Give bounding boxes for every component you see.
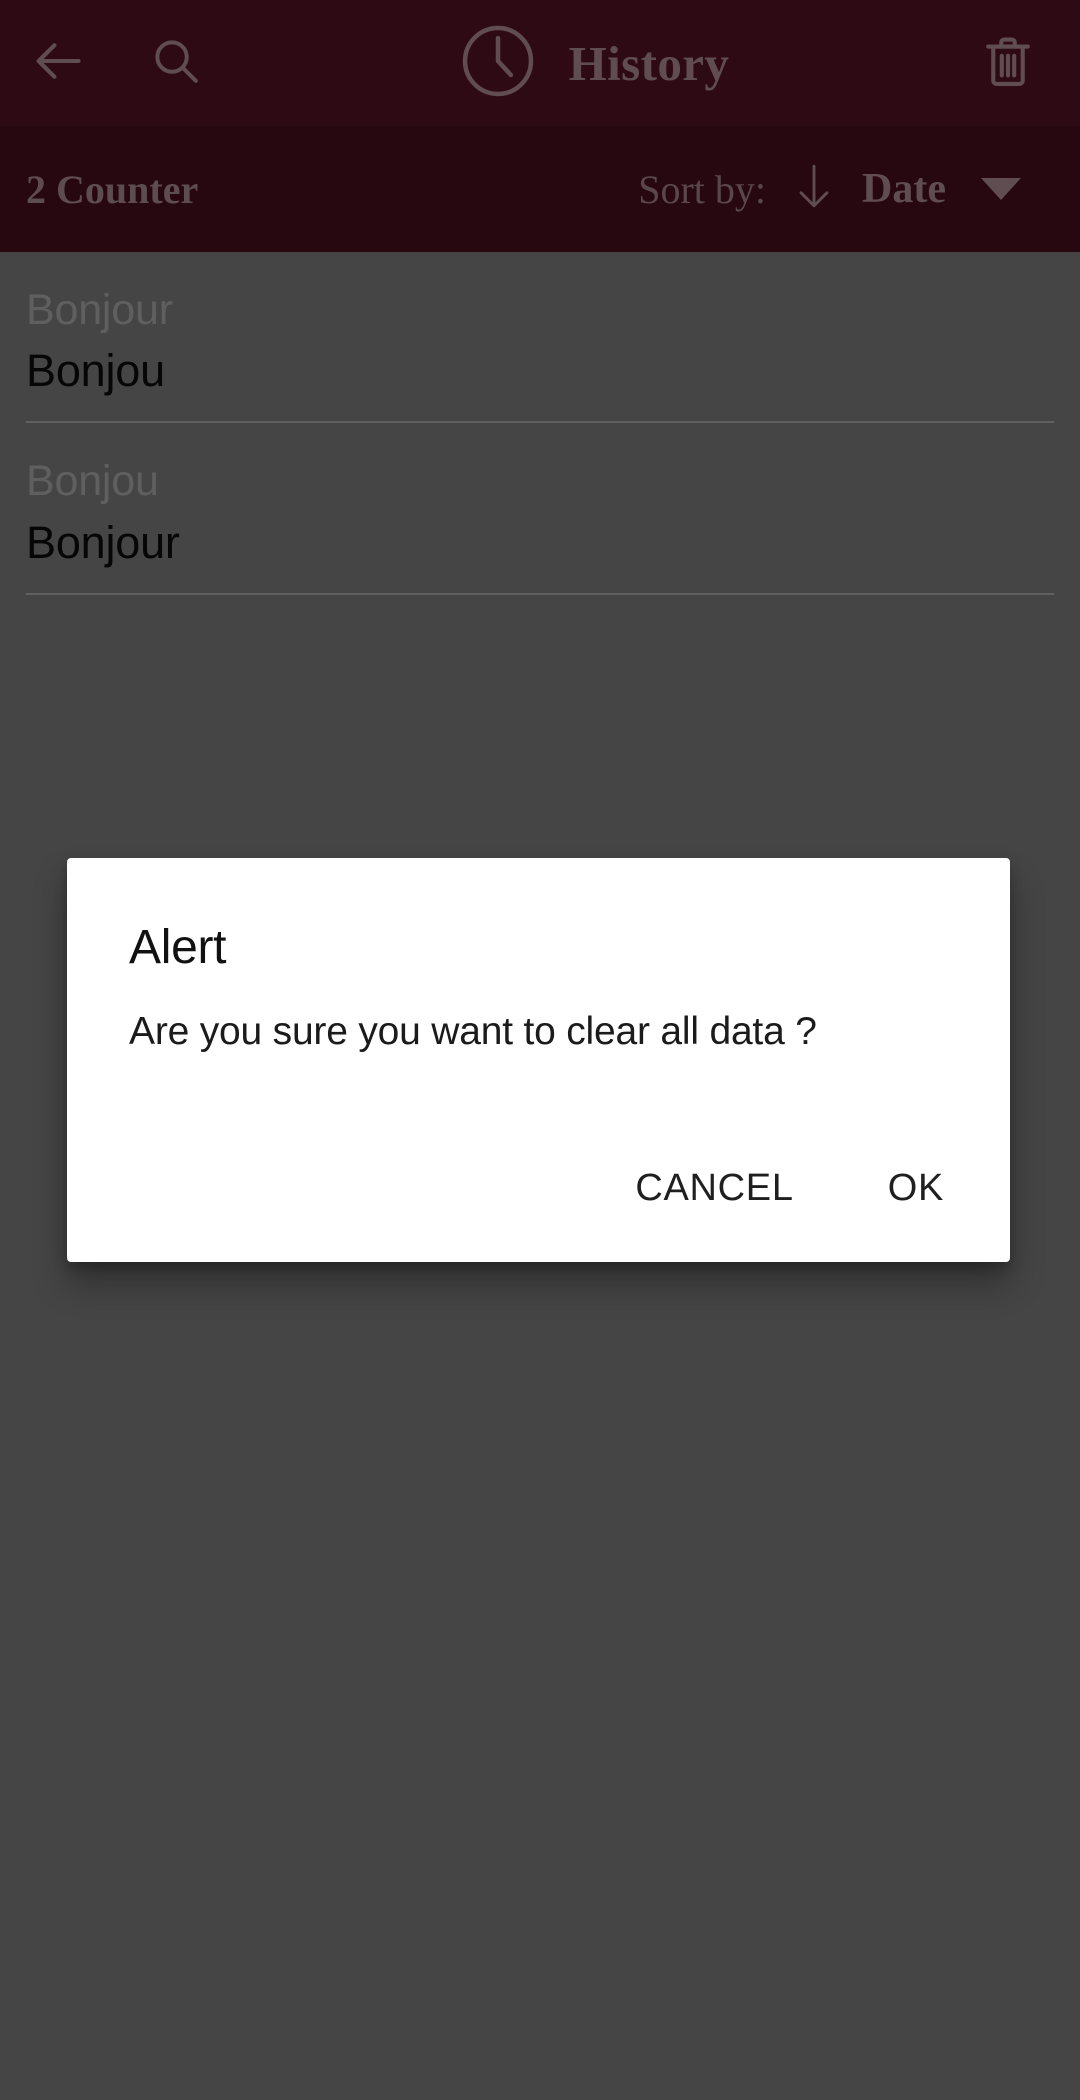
app-bar-title-group: History — [224, 18, 960, 109]
search-icon — [148, 33, 204, 94]
sort-value[interactable]: Date — [862, 165, 946, 213]
app-screen: History 2 Counter Sort by: Date Bonjour … — [0, 0, 1080, 2100]
ok-button[interactable]: OK — [858, 1149, 974, 1228]
list-item-result: Bonjou — [26, 345, 165, 397]
back-button[interactable] — [10, 15, 106, 111]
list-divider — [26, 592, 1054, 595]
dialog-actions: CANCEL OK — [67, 1149, 1010, 1262]
search-button[interactable] — [128, 15, 224, 111]
dialog-message: Are you sure you want to clear all data … — [129, 1010, 817, 1053]
sort-bar: 2 Counter Sort by: Date — [0, 126, 1080, 252]
list-item-result: Bonjour — [26, 516, 180, 568]
history-list: Bonjour Bonjou Bonjou Bonjour — [0, 252, 1080, 595]
alert-dialog: Alert Are you sure you want to clear all… — [67, 858, 1010, 1262]
sort-by-label: Sort by: — [638, 166, 767, 212]
sort-direction-button[interactable] — [766, 159, 862, 220]
dialog-title: Alert — [129, 921, 227, 974]
sort-dropdown-button[interactable] — [946, 178, 1056, 200]
clock-icon — [455, 18, 541, 109]
list-item[interactable]: Bonjou Bonjour — [0, 423, 1080, 595]
arrow-left-icon — [29, 32, 87, 95]
list-item[interactable]: Bonjour Bonjou — [0, 252, 1080, 424]
page-title: History — [568, 35, 730, 91]
cancel-button[interactable]: CANCEL — [605, 1149, 823, 1228]
list-item-source: Bonjou — [26, 457, 159, 506]
clear-all-button[interactable] — [960, 15, 1056, 111]
sort-controls: Sort by: Date — [638, 159, 1056, 220]
chevron-down-icon — [981, 178, 1021, 200]
counter-label: 2 Counter — [26, 166, 199, 212]
app-bar: History — [0, 0, 1080, 126]
list-item-source: Bonjour — [26, 286, 173, 334]
trash-icon — [977, 30, 1039, 97]
arrow-down-icon — [789, 159, 839, 220]
